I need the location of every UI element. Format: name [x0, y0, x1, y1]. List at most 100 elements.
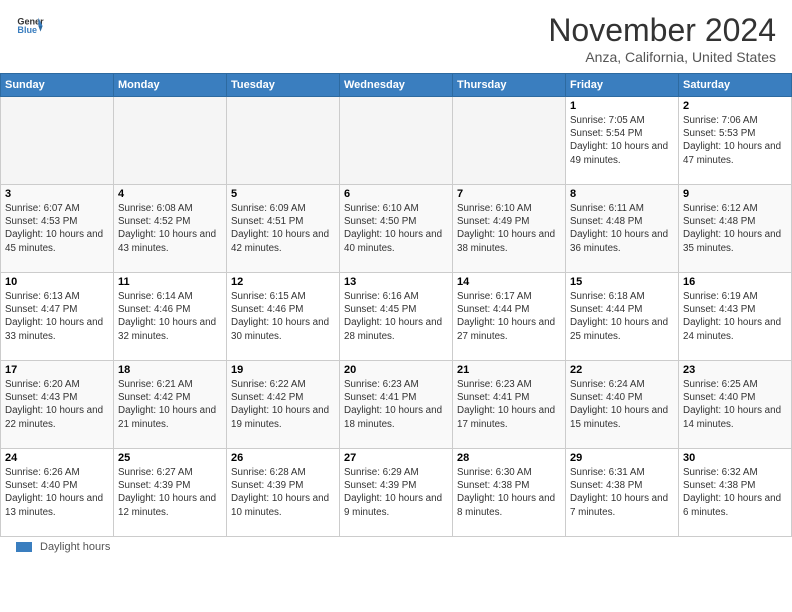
day-number: 15 [570, 276, 674, 288]
table-row: 27 Sunrise: 6:29 AM Sunset: 4:39 PM Dayl… [340, 449, 453, 537]
day-number: 3 [5, 188, 109, 200]
legend: Daylight hours [0, 537, 792, 557]
table-row [340, 97, 453, 185]
calendar-week-row: 10 Sunrise: 6:13 AM Sunset: 4:47 PM Dayl… [1, 273, 792, 361]
col-thursday: Thursday [453, 74, 566, 97]
table-row: 28 Sunrise: 6:30 AM Sunset: 4:38 PM Dayl… [453, 449, 566, 537]
table-row: 13 Sunrise: 6:16 AM Sunset: 4:45 PM Dayl… [340, 273, 453, 361]
month-title: November 2024 [548, 12, 776, 49]
calendar-week-row: 17 Sunrise: 6:20 AM Sunset: 4:43 PM Dayl… [1, 361, 792, 449]
day-info: Sunrise: 6:28 AM Sunset: 4:39 PM Dayligh… [231, 466, 335, 519]
day-number: 6 [344, 188, 448, 200]
table-row [227, 97, 340, 185]
day-info: Sunrise: 6:08 AM Sunset: 4:52 PM Dayligh… [118, 202, 222, 255]
day-number: 7 [457, 188, 561, 200]
calendar-week-row: 3 Sunrise: 6:07 AM Sunset: 4:53 PM Dayli… [1, 185, 792, 273]
table-row: 21 Sunrise: 6:23 AM Sunset: 4:41 PM Dayl… [453, 361, 566, 449]
day-info: Sunrise: 6:21 AM Sunset: 4:42 PM Dayligh… [118, 378, 222, 431]
day-info: Sunrise: 6:07 AM Sunset: 4:53 PM Dayligh… [5, 202, 109, 255]
day-number: 28 [457, 452, 561, 464]
day-number: 21 [457, 364, 561, 376]
day-number: 11 [118, 276, 222, 288]
day-info: Sunrise: 6:10 AM Sunset: 4:49 PM Dayligh… [457, 202, 561, 255]
table-row [1, 97, 114, 185]
day-info: Sunrise: 6:12 AM Sunset: 4:48 PM Dayligh… [683, 202, 787, 255]
day-number: 4 [118, 188, 222, 200]
day-number: 14 [457, 276, 561, 288]
day-info: Sunrise: 6:20 AM Sunset: 4:43 PM Dayligh… [5, 378, 109, 431]
day-info: Sunrise: 6:24 AM Sunset: 4:40 PM Dayligh… [570, 378, 674, 431]
page-header: General Blue November 2024 Anza, Califor… [0, 0, 792, 73]
col-wednesday: Wednesday [340, 74, 453, 97]
day-number: 25 [118, 452, 222, 464]
day-number: 20 [344, 364, 448, 376]
table-row: 29 Sunrise: 6:31 AM Sunset: 4:38 PM Dayl… [566, 449, 679, 537]
col-monday: Monday [114, 74, 227, 97]
day-info: Sunrise: 6:26 AM Sunset: 4:40 PM Dayligh… [5, 466, 109, 519]
day-info: Sunrise: 6:32 AM Sunset: 4:38 PM Dayligh… [683, 466, 787, 519]
day-info: Sunrise: 6:19 AM Sunset: 4:43 PM Dayligh… [683, 290, 787, 343]
table-row: 6 Sunrise: 6:10 AM Sunset: 4:50 PM Dayli… [340, 185, 453, 273]
calendar-header-row: Sunday Monday Tuesday Wednesday Thursday… [1, 74, 792, 97]
legend-color-box [16, 542, 32, 552]
day-info: Sunrise: 6:09 AM Sunset: 4:51 PM Dayligh… [231, 202, 335, 255]
table-row: 19 Sunrise: 6:22 AM Sunset: 4:42 PM Dayl… [227, 361, 340, 449]
day-number: 9 [683, 188, 787, 200]
table-row: 23 Sunrise: 6:25 AM Sunset: 4:40 PM Dayl… [679, 361, 792, 449]
table-row [453, 97, 566, 185]
day-number: 5 [231, 188, 335, 200]
day-info: Sunrise: 6:16 AM Sunset: 4:45 PM Dayligh… [344, 290, 448, 343]
day-info: Sunrise: 6:11 AM Sunset: 4:48 PM Dayligh… [570, 202, 674, 255]
day-number: 27 [344, 452, 448, 464]
table-row: 17 Sunrise: 6:20 AM Sunset: 4:43 PM Dayl… [1, 361, 114, 449]
table-row: 4 Sunrise: 6:08 AM Sunset: 4:52 PM Dayli… [114, 185, 227, 273]
table-row: 5 Sunrise: 6:09 AM Sunset: 4:51 PM Dayli… [227, 185, 340, 273]
table-row: 3 Sunrise: 6:07 AM Sunset: 4:53 PM Dayli… [1, 185, 114, 273]
day-info: Sunrise: 6:13 AM Sunset: 4:47 PM Dayligh… [5, 290, 109, 343]
day-number: 22 [570, 364, 674, 376]
table-row: 8 Sunrise: 6:11 AM Sunset: 4:48 PM Dayli… [566, 185, 679, 273]
table-row: 26 Sunrise: 6:28 AM Sunset: 4:39 PM Dayl… [227, 449, 340, 537]
col-saturday: Saturday [679, 74, 792, 97]
col-friday: Friday [566, 74, 679, 97]
day-number: 24 [5, 452, 109, 464]
day-info: Sunrise: 6:31 AM Sunset: 4:38 PM Dayligh… [570, 466, 674, 519]
day-info: Sunrise: 7:05 AM Sunset: 5:54 PM Dayligh… [570, 114, 674, 167]
table-row: 14 Sunrise: 6:17 AM Sunset: 4:44 PM Dayl… [453, 273, 566, 361]
day-number: 1 [570, 100, 674, 112]
location-title: Anza, California, United States [548, 49, 776, 65]
day-number: 13 [344, 276, 448, 288]
day-info: Sunrise: 6:14 AM Sunset: 4:46 PM Dayligh… [118, 290, 222, 343]
day-number: 17 [5, 364, 109, 376]
table-row: 22 Sunrise: 6:24 AM Sunset: 4:40 PM Dayl… [566, 361, 679, 449]
day-number: 18 [118, 364, 222, 376]
logo-icon: General Blue [16, 12, 44, 40]
day-info: Sunrise: 6:30 AM Sunset: 4:38 PM Dayligh… [457, 466, 561, 519]
title-block: November 2024 Anza, California, United S… [548, 12, 776, 65]
table-row: 18 Sunrise: 6:21 AM Sunset: 4:42 PM Dayl… [114, 361, 227, 449]
day-info: Sunrise: 7:06 AM Sunset: 5:53 PM Dayligh… [683, 114, 787, 167]
logo: General Blue [16, 12, 44, 40]
day-number: 16 [683, 276, 787, 288]
col-tuesday: Tuesday [227, 74, 340, 97]
day-number: 29 [570, 452, 674, 464]
table-row: 2 Sunrise: 7:06 AM Sunset: 5:53 PM Dayli… [679, 97, 792, 185]
day-info: Sunrise: 6:15 AM Sunset: 4:46 PM Dayligh… [231, 290, 335, 343]
day-info: Sunrise: 6:23 AM Sunset: 4:41 PM Dayligh… [344, 378, 448, 431]
day-info: Sunrise: 6:22 AM Sunset: 4:42 PM Dayligh… [231, 378, 335, 431]
table-row: 15 Sunrise: 6:18 AM Sunset: 4:44 PM Dayl… [566, 273, 679, 361]
day-number: 2 [683, 100, 787, 112]
table-row: 7 Sunrise: 6:10 AM Sunset: 4:49 PM Dayli… [453, 185, 566, 273]
svg-text:Blue: Blue [17, 25, 37, 35]
day-info: Sunrise: 6:17 AM Sunset: 4:44 PM Dayligh… [457, 290, 561, 343]
table-row: 20 Sunrise: 6:23 AM Sunset: 4:41 PM Dayl… [340, 361, 453, 449]
day-number: 30 [683, 452, 787, 464]
day-number: 10 [5, 276, 109, 288]
day-info: Sunrise: 6:10 AM Sunset: 4:50 PM Dayligh… [344, 202, 448, 255]
table-row: 10 Sunrise: 6:13 AM Sunset: 4:47 PM Dayl… [1, 273, 114, 361]
table-row: 16 Sunrise: 6:19 AM Sunset: 4:43 PM Dayl… [679, 273, 792, 361]
day-number: 19 [231, 364, 335, 376]
table-row: 12 Sunrise: 6:15 AM Sunset: 4:46 PM Dayl… [227, 273, 340, 361]
day-info: Sunrise: 6:18 AM Sunset: 4:44 PM Dayligh… [570, 290, 674, 343]
table-row [114, 97, 227, 185]
